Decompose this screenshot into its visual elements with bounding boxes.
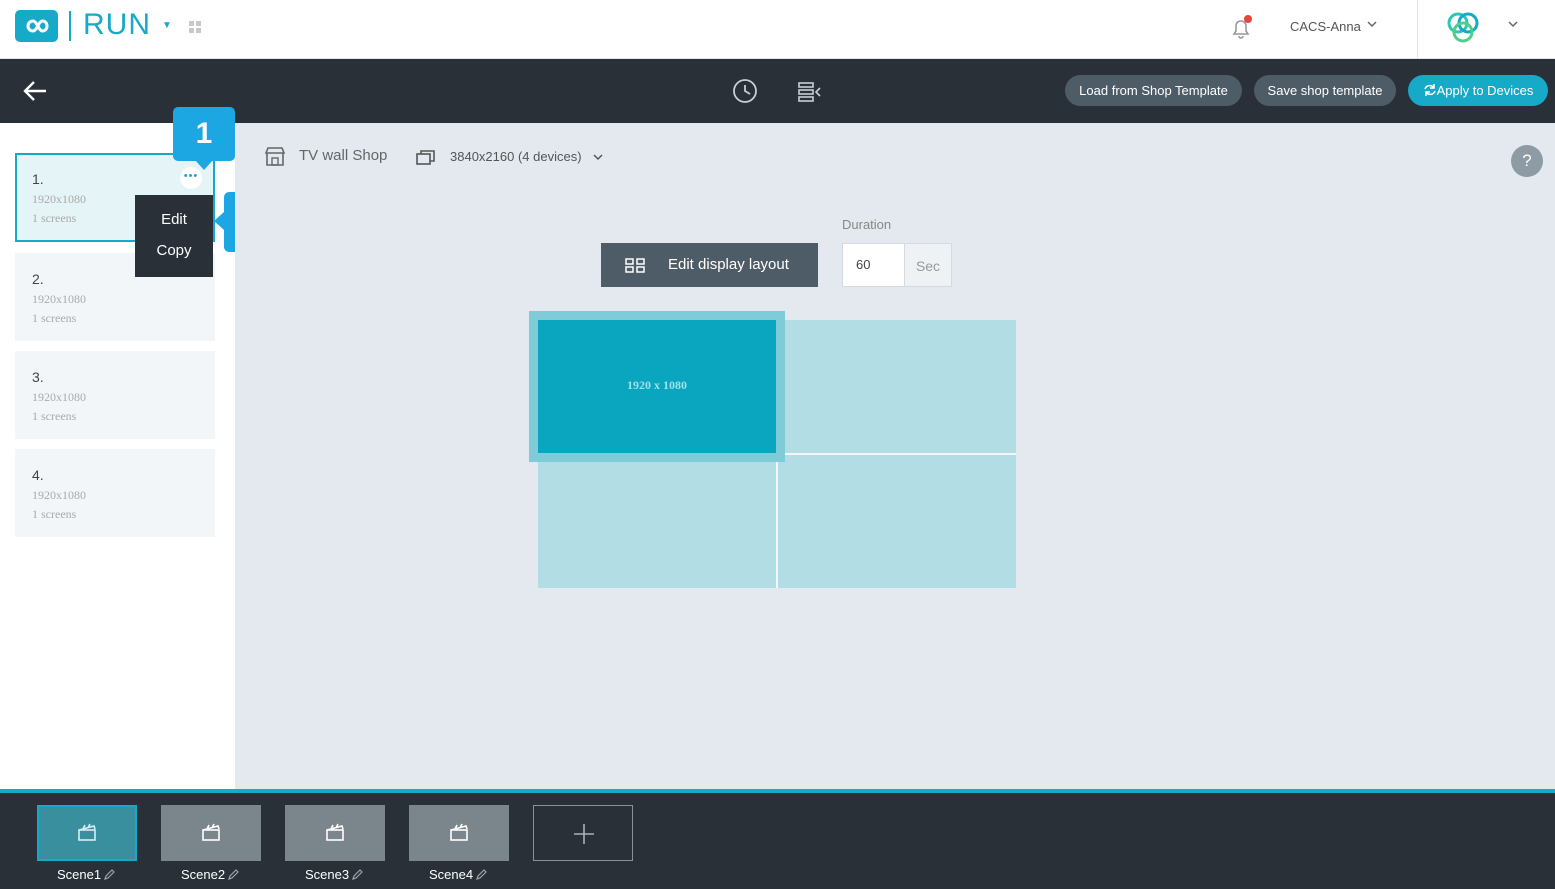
apps-grid-icon[interactable] bbox=[188, 20, 202, 34]
layout-resolution: 1920x1080 bbox=[32, 292, 86, 306]
layout-card-3[interactable]: 3. 1920x1080 1 screens bbox=[15, 351, 215, 439]
pencil-icon[interactable] bbox=[103, 868, 116, 881]
layout-number: 3. bbox=[32, 369, 44, 385]
clapperboard-icon bbox=[78, 823, 96, 841]
layout-card-4[interactable]: 4. 1920x1080 1 screens bbox=[15, 449, 215, 537]
layout-number: 4. bbox=[32, 467, 44, 483]
scene-thumb-3[interactable] bbox=[285, 805, 385, 861]
layout-screen-count: 1 screens bbox=[32, 507, 77, 521]
clapperboard-icon bbox=[202, 823, 220, 841]
duration-input[interactable]: 60 bbox=[842, 243, 904, 287]
clock-icon[interactable] bbox=[731, 77, 759, 105]
scene-thumb-4[interactable] bbox=[409, 805, 509, 861]
layout-screen-count: 1 screens bbox=[32, 311, 77, 325]
pencil-icon[interactable] bbox=[475, 868, 488, 881]
help-button[interactable]: ? bbox=[1511, 145, 1543, 177]
wall-screen-1[interactable]: 1920 x 1080 bbox=[538, 320, 776, 453]
edit-display-layout-button[interactable]: Edit display layout bbox=[601, 243, 818, 287]
duration-label: Duration bbox=[842, 217, 892, 232]
sync-icon bbox=[1423, 84, 1436, 96]
wall-screen-3[interactable] bbox=[538, 455, 776, 588]
user-name[interactable]: CACS-Anna bbox=[1290, 19, 1361, 34]
save-shop-template-button[interactable]: Save shop template bbox=[1254, 75, 1396, 106]
pencil-icon[interactable] bbox=[227, 868, 240, 881]
app-name[interactable]: RUN bbox=[83, 8, 151, 42]
chevron-down-icon[interactable] bbox=[1366, 18, 1378, 30]
layout-resolution: 1920x1080 bbox=[32, 192, 86, 206]
layout-number: 2. bbox=[32, 271, 44, 287]
more-options-icon[interactable]: ••• bbox=[180, 167, 202, 189]
playlist-icon[interactable] bbox=[795, 79, 823, 105]
add-scene-button[interactable] bbox=[533, 805, 633, 861]
scene-label-2[interactable]: Scene2 bbox=[181, 867, 225, 882]
layout-resolution: 1920x1080 bbox=[32, 390, 86, 404]
menu-item-copy[interactable]: Copy bbox=[135, 242, 213, 259]
shop-icon bbox=[264, 147, 286, 166]
notification-dot bbox=[1244, 15, 1252, 23]
load-shop-template-button[interactable]: Load from Shop Template bbox=[1065, 75, 1242, 106]
back-arrow-icon[interactable] bbox=[22, 79, 48, 103]
devices-icon bbox=[416, 150, 435, 165]
step-callout-1: 1 bbox=[173, 107, 235, 170]
top-header: RUN ▼ CACS-Anna bbox=[0, 0, 1555, 59]
brand-rings-icon[interactable] bbox=[1442, 9, 1484, 45]
shop-name: TV wall Shop bbox=[299, 147, 388, 164]
scene-thumb-1[interactable] bbox=[37, 805, 137, 861]
chevron-down-icon[interactable] bbox=[592, 151, 604, 163]
apply-to-devices-button[interactable]: Apply to Devices bbox=[1408, 75, 1548, 106]
menu-item-edit[interactable]: Edit bbox=[135, 211, 213, 228]
plus-icon bbox=[574, 824, 594, 844]
screen-resolution-label: 1920 x 1080 bbox=[627, 378, 687, 392]
layout-grid-icon bbox=[625, 258, 645, 273]
layout-screen-count: 1 screens bbox=[32, 409, 77, 423]
duration-unit: Sec bbox=[904, 243, 952, 287]
wall-screen-2[interactable] bbox=[778, 320, 1016, 453]
scene-label-4[interactable]: Scene4 bbox=[429, 867, 473, 882]
infinity-logo-icon[interactable] bbox=[15, 10, 58, 42]
chevron-down-icon[interactable] bbox=[1507, 18, 1519, 30]
edit-display-layout-label: Edit display layout bbox=[668, 256, 789, 273]
layout-resolution: 1920x1080 bbox=[32, 488, 86, 502]
scene-label-1[interactable]: Scene1 bbox=[57, 867, 101, 882]
scene-thumb-2[interactable] bbox=[161, 805, 261, 861]
layout-screen-count: 1 screens bbox=[32, 211, 77, 225]
logo-divider bbox=[69, 11, 71, 41]
layout-context-menu: Edit Copy bbox=[135, 195, 213, 277]
app-switch-caret-icon[interactable]: ▼ bbox=[162, 20, 172, 31]
device-resolution-select[interactable]: 3840x2160 (4 devices) bbox=[450, 149, 582, 164]
header-divider bbox=[1417, 0, 1418, 59]
clapperboard-icon bbox=[450, 823, 468, 841]
wall-screen-4[interactable] bbox=[778, 455, 1016, 588]
apply-to-devices-label: Apply to Devices bbox=[1436, 83, 1534, 98]
clapperboard-icon bbox=[326, 823, 344, 841]
layout-number: 1. bbox=[32, 171, 44, 187]
scene-label-3[interactable]: Scene3 bbox=[305, 867, 349, 882]
pencil-icon[interactable] bbox=[351, 868, 364, 881]
